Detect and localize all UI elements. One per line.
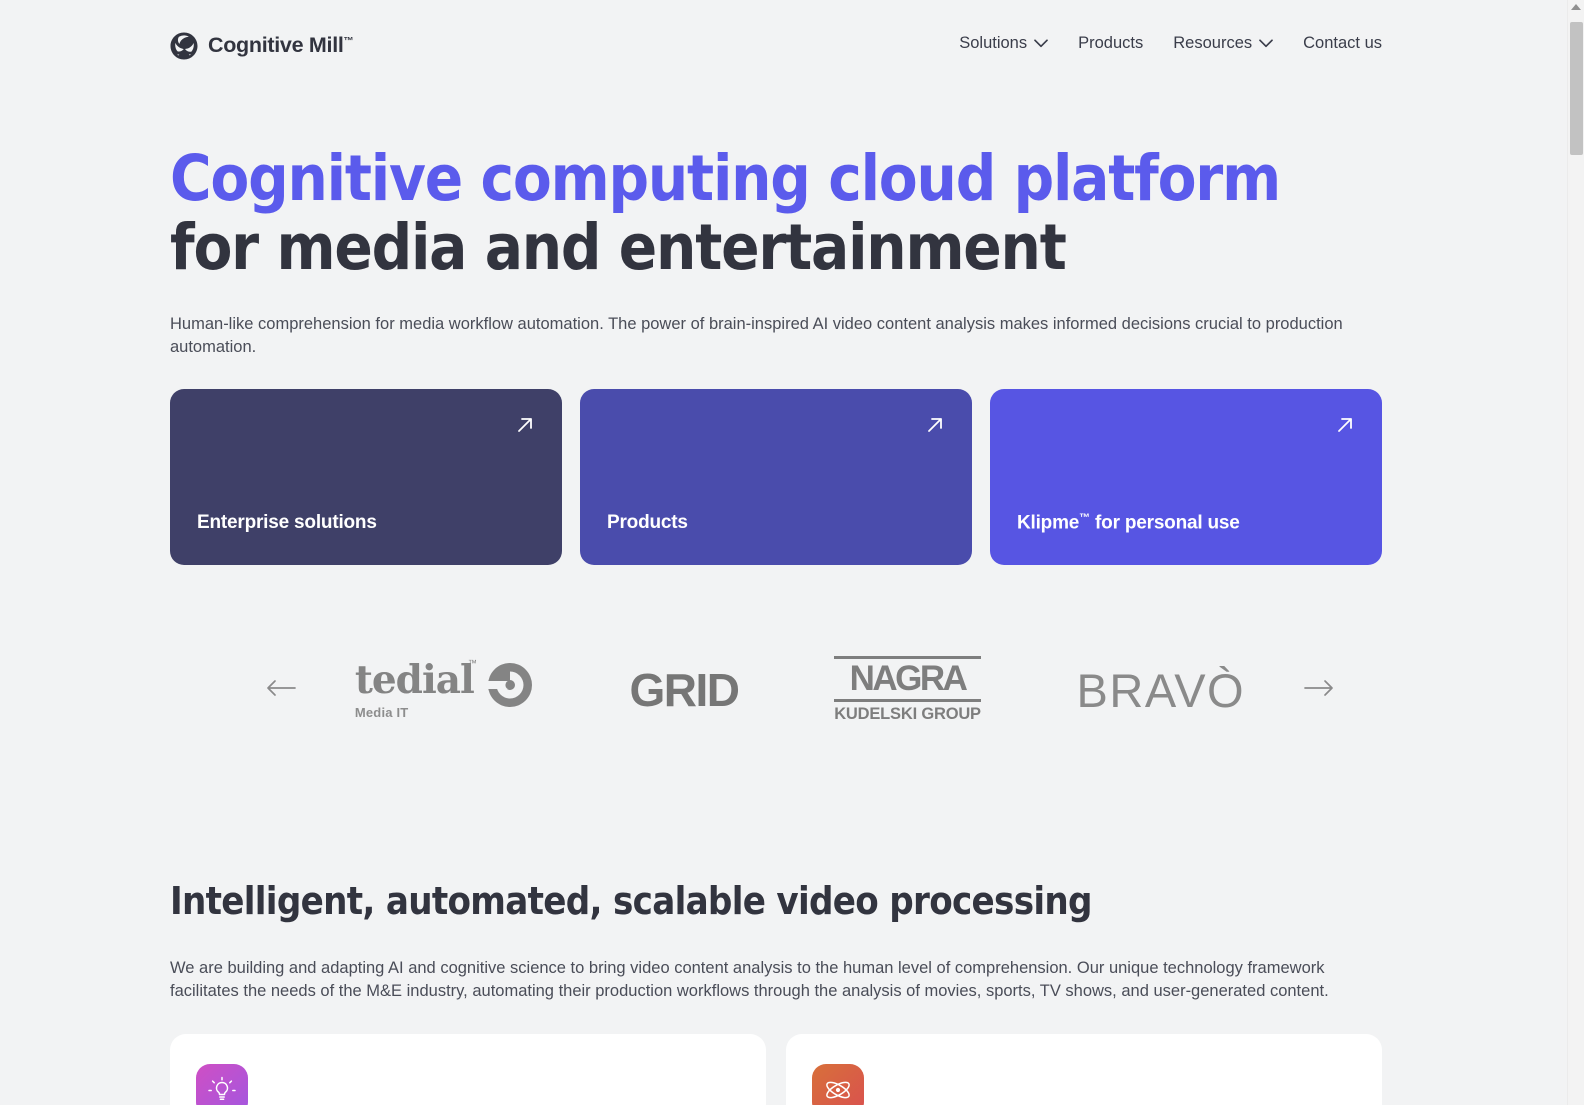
hero-title: Cognitive computing cloud platform for m… xyxy=(170,142,1420,284)
feature-card-cognitive[interactable] xyxy=(170,1034,766,1105)
nav-item-label: Resources xyxy=(1173,34,1253,52)
partner-logo-nagra: NAGRA KUDELSKI GROUP xyxy=(834,655,981,725)
hero-card-label: Enterprise solutions xyxy=(197,512,377,533)
atom-icon xyxy=(812,1064,864,1105)
partner-logo-grid: GRID xyxy=(629,664,741,716)
bravo-wordmark: BRAVÒ xyxy=(1076,663,1246,717)
nav-item-resources[interactable]: Resources xyxy=(1173,35,1273,52)
hero-card-products[interactable]: Products xyxy=(580,389,972,565)
site-header: Cognitive Mill™ Solutions Products Resou… xyxy=(0,0,1567,96)
arrow-up-right-icon xyxy=(515,415,535,440)
nagra-rule-bottom xyxy=(834,699,981,703)
lightbulb-icon xyxy=(196,1064,248,1105)
partner-logo-tedial: tedial ™ Media IT xyxy=(354,656,534,720)
hero-card-list: Enterprise solutions Products Klipme™ fo… xyxy=(170,389,1382,565)
feature-card-technology[interactable] xyxy=(786,1034,1382,1105)
hero-card-enterprise-solutions[interactable]: Enterprise solutions xyxy=(170,389,562,565)
nav-item-label: Products xyxy=(1078,34,1144,52)
arrow-right-icon xyxy=(1304,678,1334,703)
hero-card-label: Klipme™ for personal use xyxy=(1017,511,1240,533)
main-nav: Solutions Products Resources Contact us xyxy=(959,35,1382,52)
section-title-video-processing: Intelligent, automated, scalable video p… xyxy=(170,879,1092,923)
page-root: Cognitive Mill™ Solutions Products Resou… xyxy=(0,0,1584,1105)
feature-card-list xyxy=(170,1034,1382,1105)
partner-logo-bravo: BRAVÒ xyxy=(1077,667,1246,714)
nav-item-contact-us[interactable]: Contact us xyxy=(1303,35,1382,52)
tedial-trademark: ™ xyxy=(467,657,477,668)
tedial-circle-mark-icon xyxy=(486,661,534,714)
section-body-video-processing: We are building and adapting AI and cogn… xyxy=(170,959,1329,1001)
card-trademark: ™ xyxy=(1079,511,1090,524)
chevron-down-icon xyxy=(1034,35,1048,52)
arrow-up-right-icon xyxy=(925,415,945,440)
hero-card-label: Products xyxy=(607,512,688,533)
arrow-left-icon xyxy=(266,678,296,703)
hero-title-line-plain: for media and entertainment xyxy=(170,210,1067,284)
chevron-down-icon xyxy=(1259,35,1273,52)
hero-subtitle: Human-like comprehension for media workf… xyxy=(170,315,1343,357)
nagra-tagline: KUDELSKI GROUP xyxy=(834,705,981,724)
brand-logo-link[interactable]: Cognitive Mill™ xyxy=(169,31,354,61)
hero-title-line-accent: Cognitive computing cloud platform xyxy=(170,142,1281,215)
page-viewport: Cognitive Mill™ Solutions Products Resou… xyxy=(0,0,1567,1105)
vertical-scrollbar[interactable] xyxy=(1567,0,1584,1105)
partner-logo-carousel: tedial ™ Media IT GRID NAGRA KUDELSKI GR… xyxy=(255,645,1345,735)
nav-item-products[interactable]: Products xyxy=(1078,35,1143,52)
brand-trademark: ™ xyxy=(343,36,354,48)
scroll-up-arrow-icon[interactable] xyxy=(1571,4,1581,10)
carousel-prev-button[interactable] xyxy=(255,678,307,703)
arrow-up-right-icon xyxy=(1335,415,1355,440)
grid-wordmark: GRID xyxy=(629,664,741,716)
nagra-wordmark: NAGRA xyxy=(849,658,968,698)
scrollbar-thumb[interactable] xyxy=(1570,22,1583,155)
carousel-logo-track: tedial ™ Media IT GRID NAGRA KUDELSKI GR… xyxy=(307,645,1293,735)
tedial-wordmark: tedial ™ xyxy=(354,656,477,703)
nav-item-label: Solutions xyxy=(959,34,1028,52)
nav-item-solutions[interactable]: Solutions xyxy=(959,35,1048,52)
aperture-swirl-logo-icon xyxy=(169,31,199,61)
hero-card-klipme[interactable]: Klipme™ for personal use xyxy=(990,389,1382,565)
nav-item-label: Contact us xyxy=(1303,34,1382,52)
carousel-next-button[interactable] xyxy=(1293,678,1345,703)
brand-name: Cognitive Mill™ xyxy=(208,33,354,58)
tedial-tagline: Media IT xyxy=(354,704,409,720)
